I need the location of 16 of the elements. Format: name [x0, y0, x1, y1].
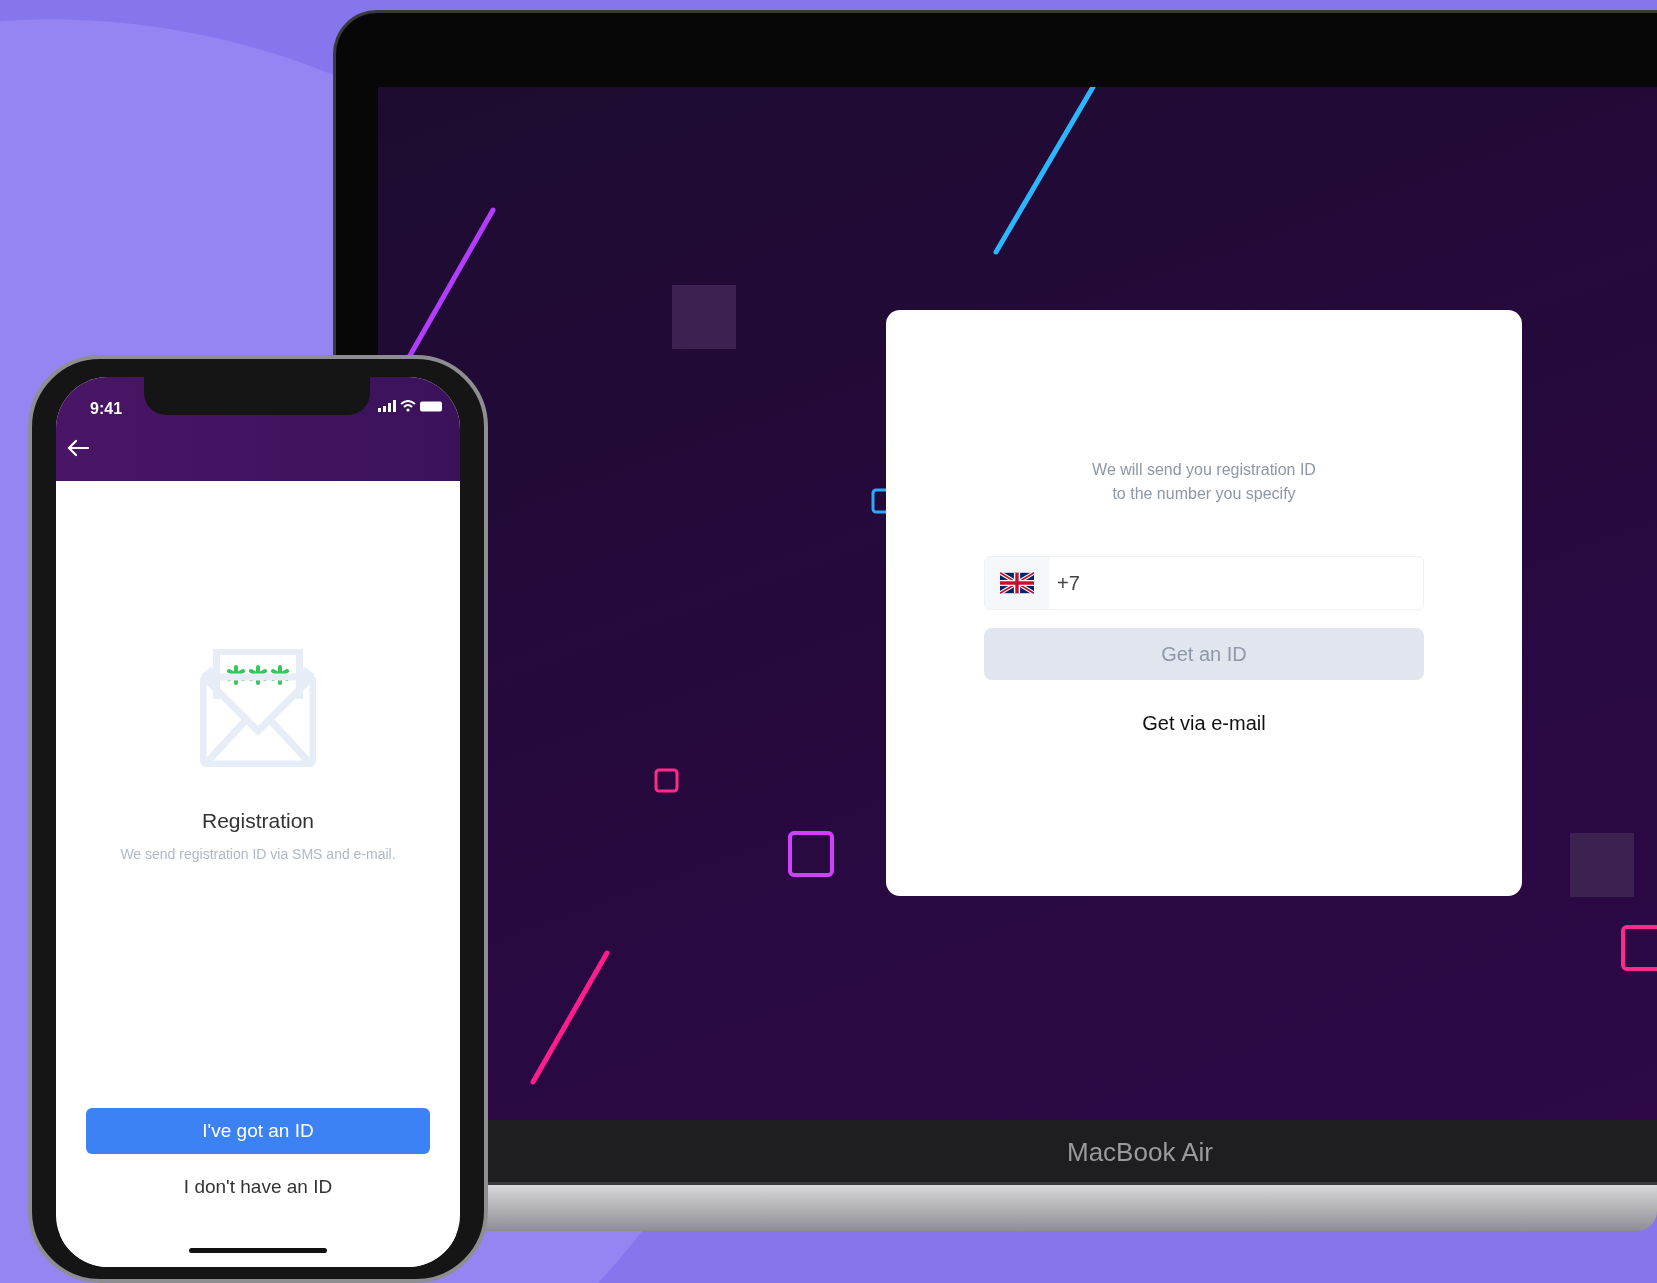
- neon-square: [788, 831, 834, 877]
- neon-square: [654, 768, 679, 793]
- status-time: 9:41: [90, 399, 123, 419]
- wifi-icon: [400, 400, 416, 412]
- registration-subtitle: We send registration ID via SMS and e-mail.: [120, 845, 396, 865]
- email-link[interactable]: Get via e-mail: [1142, 708, 1266, 738]
- signal-icon: [378, 400, 396, 412]
- envelope-icon: [200, 648, 316, 767]
- model-label: MacBook Air: [1067, 1136, 1213, 1169]
- back-arrow-icon[interactable]: [66, 439, 90, 457]
- phone-input-field[interactable]: +7: [984, 556, 1424, 610]
- registration-title: Registration: [201, 807, 315, 834]
- have-id-button[interactable]: I've got an ID: [86, 1108, 430, 1154]
- flag-icon: [1000, 572, 1034, 594]
- instruction-text: We will send you registration ID to the number you specify: [1091, 460, 1317, 504]
- battery-icon: [420, 401, 442, 412]
